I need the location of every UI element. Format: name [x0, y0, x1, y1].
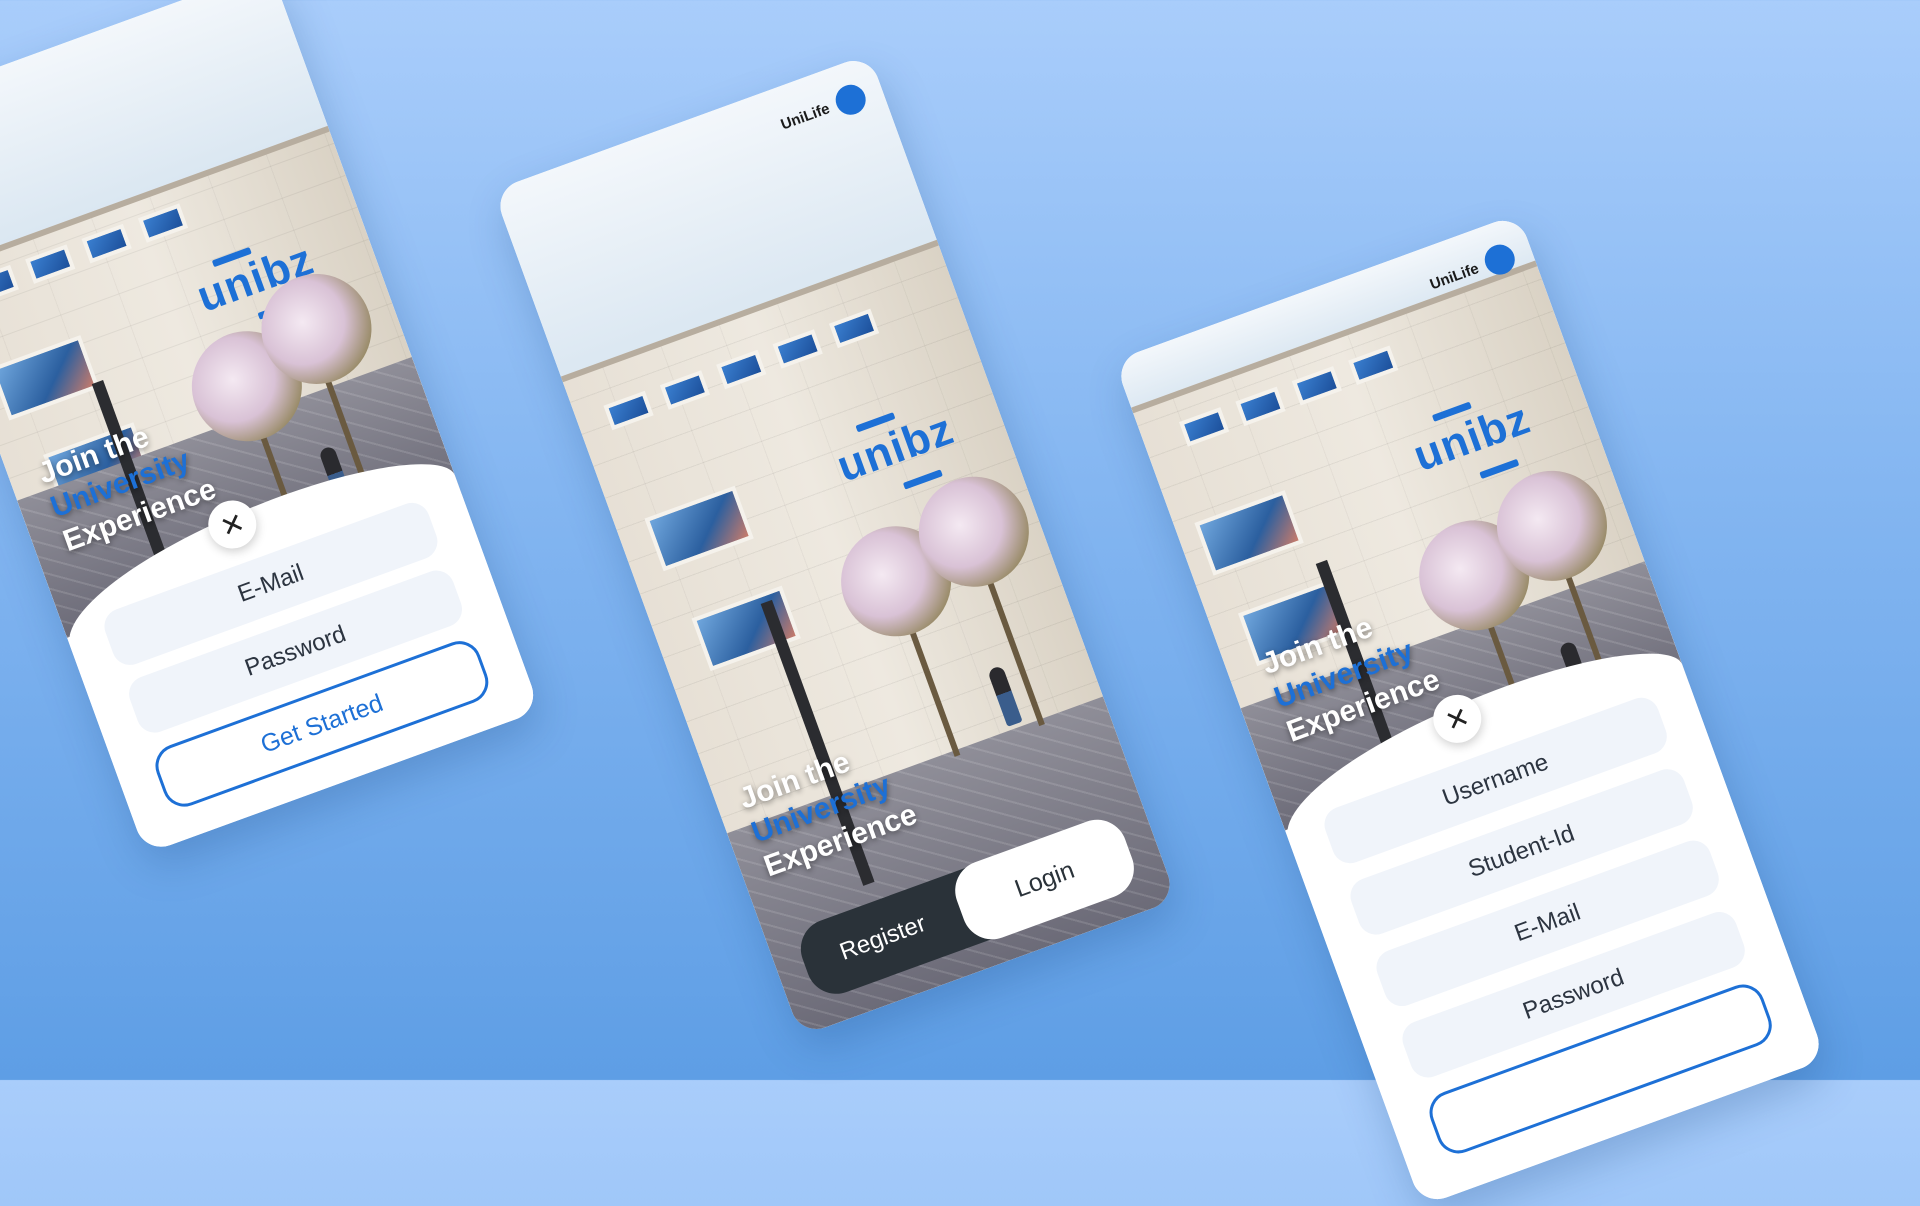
close-icon: ✕: [215, 505, 249, 545]
register-screen-mockup: UniLife unibz Join the University Experi…: [1114, 213, 1826, 1206]
login-screen-mockup: unibz Join the University Experience ✕ E…: [0, 0, 541, 855]
close-icon: ✕: [1440, 699, 1474, 739]
welcome-screen-mockup: UniLife unibz Join the University Experi…: [493, 53, 1177, 1037]
